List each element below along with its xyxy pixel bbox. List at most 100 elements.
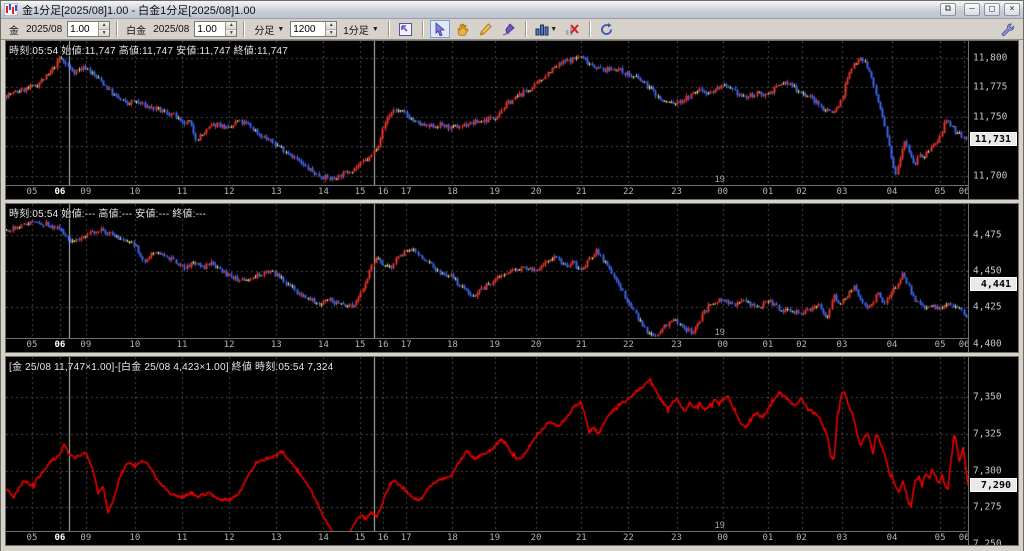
- spread-price-axis[interactable]: 7,350 7,325 7,300 7,275 7,250 7,290: [969, 356, 1019, 546]
- spin-down-icon[interactable]: ▼: [326, 29, 337, 36]
- time-tick-label: 00: [717, 340, 729, 350]
- chart-type-button[interactable]: ▼: [533, 20, 560, 38]
- gold-contract-month[interactable]: 2025/08: [24, 24, 64, 35]
- platinum-candle-panel: 時刻:05:54 始値:--- 高値:--- 安値:--- 終値:--- 19 …: [5, 203, 1019, 353]
- platinum-contract-month[interactable]: 2025/08: [151, 24, 191, 35]
- time-tick-label: 17: [400, 187, 412, 197]
- price-tick-label: 4,500: [973, 203, 1002, 204]
- gold-multiplier-input[interactable]: [68, 22, 99, 36]
- time-tick-label: 06: [958, 533, 969, 543]
- time-tick-label: 19: [489, 340, 501, 350]
- time-tick-label: 21: [575, 340, 587, 350]
- cursor-arrow-icon: [435, 22, 446, 36]
- gold-candle-canvas[interactable]: [6, 41, 968, 185]
- time-tick-label: 05: [934, 533, 946, 543]
- pan-tool-button[interactable]: [453, 20, 473, 38]
- title-bar[interactable]: 金1分足[2025/08]1.00 - 白金1分足[2025/08]1.00 ⧉…: [1, 1, 1023, 19]
- time-tick-label: 16: [377, 187, 389, 197]
- bar-count-spinbox[interactable]: ▲▼: [290, 21, 338, 37]
- timeframe-dropdown-label: 1分足: [343, 25, 369, 37]
- bar-count-spin-buttons[interactable]: ▲ ▼: [325, 22, 337, 36]
- fit-chart-button[interactable]: [396, 20, 416, 38]
- price-tick-label: 4,450: [973, 265, 1002, 277]
- gold-multiplier-spinbox[interactable]: ▲▼: [67, 21, 111, 37]
- time-tick-label: 21: [575, 533, 587, 543]
- toolbar-separator: [243, 21, 246, 37]
- platinum-price-axis[interactable]: 4,500 4,475 4,450 4,425 4,400 4,441: [969, 203, 1019, 353]
- minimize-button[interactable]: –: [964, 3, 980, 16]
- chevron-down-icon: ▼: [550, 25, 558, 33]
- draw-line-tool-button[interactable]: [476, 20, 496, 38]
- platinum-time-axis: 05 06 09 10 11 12 13 14 15 16 17 18 19 20 21 22 23 00 01 02…: [5, 339, 969, 353]
- bar-count-input[interactable]: [291, 22, 326, 36]
- time-tick-label: 00: [717, 533, 729, 543]
- date-change-label: 19: [714, 174, 725, 184]
- time-tick-label: 02: [796, 340, 807, 350]
- time-tick-label: 23: [671, 187, 682, 197]
- spread-line-canvas[interactable]: [6, 357, 968, 531]
- time-tick-label: 15: [354, 533, 366, 543]
- spin-up-icon[interactable]: ▲: [99, 22, 110, 30]
- toolbar: 金 2025/08 ▲▼ 白金 2025/08 ▲▼ 分足 ▼ ▲▼ 1分足 ▼: [1, 19, 1023, 40]
- last-price-marker: 11,731: [970, 131, 1017, 146]
- spin-up-icon[interactable]: ▲: [326, 22, 337, 30]
- time-tick-label: 20: [530, 340, 542, 350]
- time-tick-label: 09: [80, 533, 92, 543]
- close-button[interactable]: ×: [1004, 3, 1020, 16]
- settings-wrench-icon: [1001, 23, 1014, 36]
- time-tick-label: 20: [530, 187, 542, 197]
- maximize-button[interactable]: □: [984, 3, 1000, 16]
- spin-up-icon[interactable]: ▲: [226, 22, 237, 30]
- price-tick-label: 11,750: [973, 111, 1008, 123]
- time-tick-label: 18: [446, 187, 458, 197]
- time-tick-label: 05: [934, 187, 946, 197]
- gold-candle-panel: 時刻:05:54 始値:11,747 高値:11,747 安値:11,747 終…: [5, 40, 1019, 200]
- time-tick-label: 12: [223, 340, 235, 350]
- gold-price-axis[interactable]: 11,800 11,775 11,750 11,700 11,731: [969, 40, 1019, 200]
- timeframe-dropdown[interactable]: 1分足 ▼: [340, 21, 382, 38]
- time-tick-label: 09: [80, 187, 92, 197]
- fit-chart-icon: [399, 22, 413, 36]
- platinum-multiplier-spin-buttons[interactable]: ▲ ▼: [225, 22, 237, 36]
- float-window-button[interactable]: ⧉: [940, 3, 956, 16]
- toolbar-separator: [387, 21, 390, 37]
- time-tick-label: 15: [354, 340, 366, 350]
- spin-down-icon[interactable]: ▼: [226, 29, 237, 36]
- platinum-plot-area[interactable]: 時刻:05:54 始値:--- 高値:--- 安値:--- 終値:--- 19: [5, 203, 969, 339]
- time-tick-label: 23: [671, 533, 682, 543]
- spread-panel: [金 25/08 11,747×1.00]-[白金 25/08 4,423×1.…: [5, 356, 1019, 546]
- spin-down-icon[interactable]: ▼: [99, 29, 110, 36]
- date-change-label: 19: [714, 327, 725, 337]
- time-tick-label: 12: [223, 187, 235, 197]
- settings-button[interactable]: [997, 20, 1017, 38]
- time-tick-label: 04: [886, 187, 898, 197]
- refresh-button[interactable]: [597, 20, 617, 38]
- platinum-ohlc-readout: 時刻:05:54 始値:--- 高値:--- 安値:--- 終値:---: [9, 209, 207, 220]
- select-tool-button[interactable]: [429, 20, 450, 38]
- time-tick-label: 10: [129, 533, 141, 543]
- app-window: 金1分足[2025/08]1.00 - 白金1分足[2025/08]1.00 ⧉…: [0, 0, 1024, 551]
- platinum-candle-canvas[interactable]: [6, 204, 968, 338]
- platinum-multiplier-input[interactable]: [195, 22, 226, 36]
- interval-dropdown[interactable]: 分足 ▼: [251, 21, 287, 38]
- gold-multiplier-spin-buttons[interactable]: ▲ ▼: [98, 22, 110, 36]
- platinum-multiplier-spinbox[interactable]: ▲▼: [194, 21, 238, 37]
- time-tick-label: 14: [318, 340, 329, 350]
- time-tick-label: 16: [377, 340, 389, 350]
- last-price-marker: 7,290: [970, 478, 1017, 493]
- marker-tool-button[interactable]: [499, 20, 519, 38]
- time-tick-label: 02: [796, 533, 807, 543]
- gold-plot-area[interactable]: 時刻:05:54 始値:11,747 高値:11,747 安値:11,747 終…: [5, 40, 969, 186]
- time-tick-label: 05: [26, 187, 38, 197]
- hand-icon: [457, 23, 469, 36]
- time-tick-label: 22: [622, 340, 634, 350]
- time-tick-label: 13: [270, 187, 282, 197]
- time-tick-label: 13: [270, 340, 282, 350]
- interval-dropdown-label: 分足: [254, 25, 275, 37]
- delete-chart-button[interactable]: [563, 20, 583, 38]
- time-tick-label: 01: [762, 340, 774, 350]
- time-tick-label: 06: [54, 187, 66, 197]
- spread-plot-area[interactable]: [金 25/08 11,747×1.00]-[白金 25/08 4,423×1.…: [5, 356, 969, 532]
- refresh-icon: [601, 22, 613, 35]
- time-tick-label: 04: [886, 533, 898, 543]
